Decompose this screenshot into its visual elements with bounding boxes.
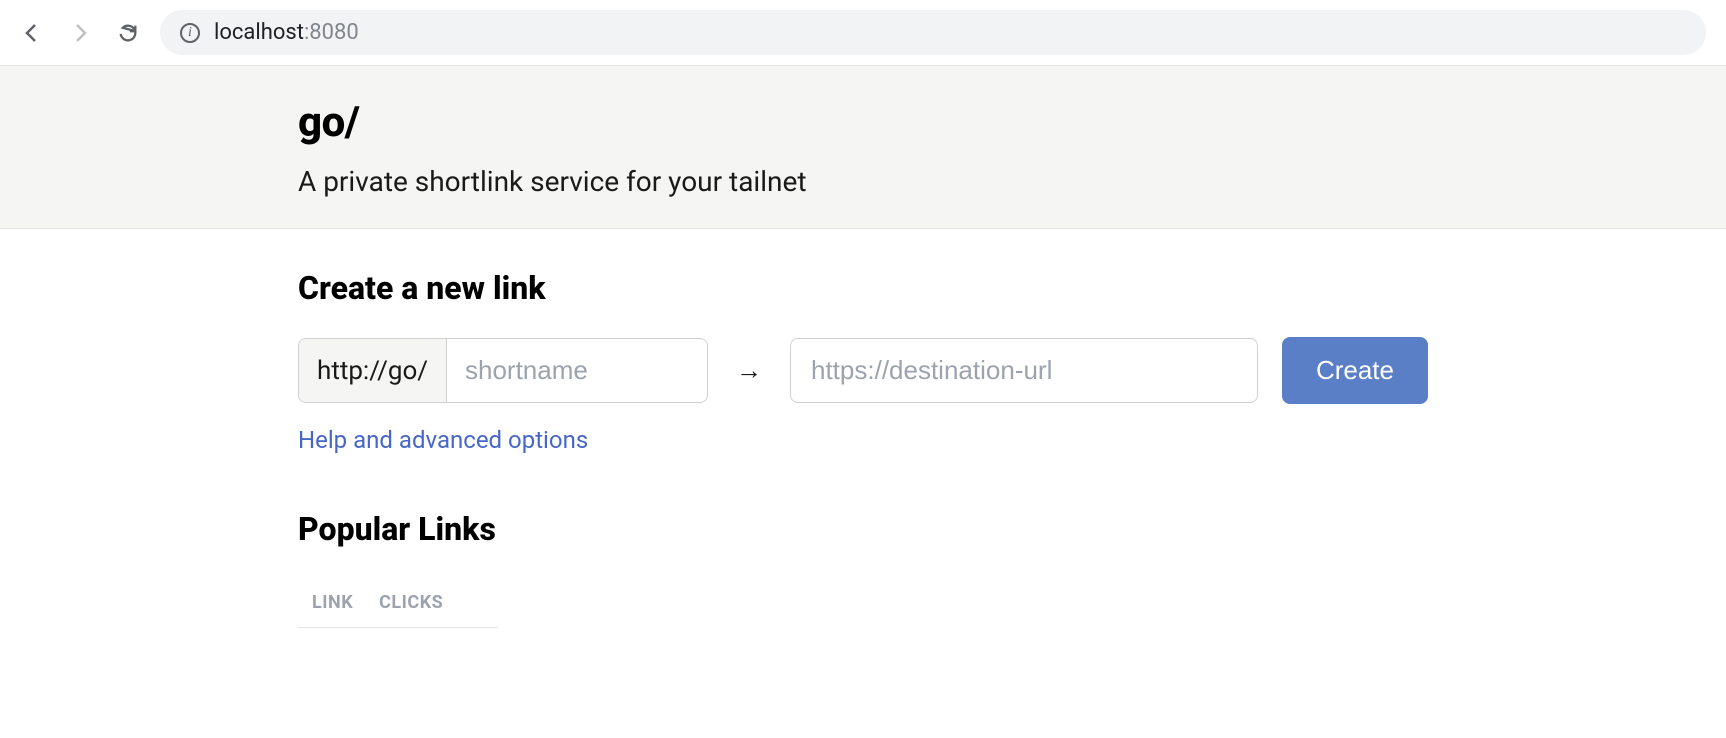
page-subtitle: A private shortlink service for your tai… [298,165,1428,198]
shortname-input[interactable] [447,339,707,402]
destination-input[interactable] [790,338,1258,403]
page-header: go/ A private shortlink service for your… [0,66,1726,229]
site-info-icon[interactable]: i [180,23,200,43]
popular-section: Popular Links LINK CLICKS [298,510,1428,628]
column-clicks: CLICKS [379,592,443,613]
arrow-icon: → [732,355,766,386]
url-port: :8080 [304,20,359,45]
popular-heading: Popular Links [298,510,1428,548]
create-button[interactable]: Create [1282,337,1428,404]
shortname-group: http://go/ [298,338,708,403]
url-prefix-label: http://go/ [299,339,447,402]
create-form: http://go/ → Create [298,337,1428,404]
url-host: localhost [214,20,304,45]
table-header: LINK CLICKS [298,578,498,628]
browser-toolbar: i localhost:8080 [0,0,1726,66]
back-button[interactable] [20,21,44,45]
main-content: Create a new link http://go/ → Create He… [0,229,1726,668]
url-text: localhost:8080 [214,20,359,45]
forward-button[interactable] [68,21,92,45]
help-link[interactable]: Help and advanced options [298,426,588,454]
page-title: go/ [298,98,1428,147]
reload-button[interactable] [116,21,140,45]
nav-controls [20,21,140,45]
create-heading: Create a new link [298,269,1428,307]
address-bar[interactable]: i localhost:8080 [160,10,1706,55]
column-link: LINK [312,592,353,613]
